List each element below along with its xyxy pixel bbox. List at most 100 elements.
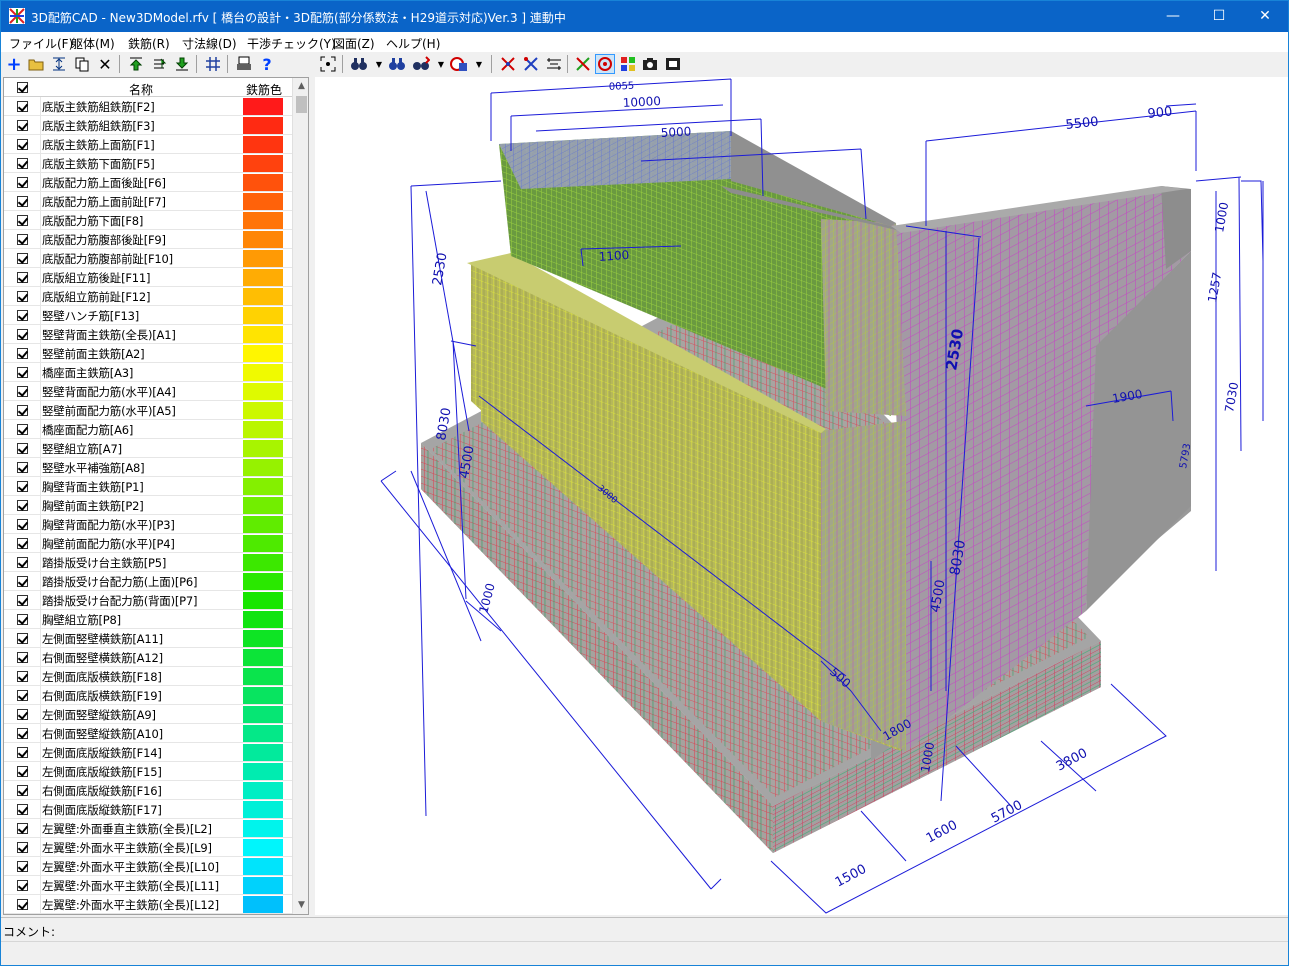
rebar-color-swatch[interactable] — [243, 269, 283, 286]
name-column-header[interactable]: 名称 — [129, 81, 153, 98]
visibility-checkbox[interactable] — [17, 405, 28, 416]
list-item[interactable]: 底版主鉄筋組鉄筋[F3] — [4, 116, 292, 135]
rebar-color-swatch[interactable] — [243, 364, 283, 381]
visibility-checkbox[interactable] — [17, 139, 28, 150]
list-item[interactable]: 底版配力筋上面後趾[F6] — [4, 173, 292, 192]
list-item[interactable]: 竪壁背面配力筋(水平)[A4] — [4, 382, 292, 401]
rebar-color-swatch[interactable] — [243, 744, 283, 761]
menu-dimension[interactable]: 寸法線(D) — [182, 35, 237, 52]
3d-viewport[interactable]: 0055 10000 5000 5500 900 1100 2530 1000 … — [315, 77, 1288, 915]
color-column-header[interactable]: 鉄筋色 — [246, 81, 282, 98]
menu-file[interactable]: ファイル(F) — [9, 35, 73, 52]
visibility-checkbox[interactable] — [17, 234, 28, 245]
list-item[interactable]: 底版配力筋下面[F8] — [4, 211, 292, 230]
list-item[interactable]: 左翼壁:外面水平主鉄筋(全長)[L11] — [4, 876, 292, 895]
list-item[interactable]: 底版配力筋上面前趾[F7] — [4, 192, 292, 211]
list-item[interactable]: 竪壁ハンチ筋[F13] — [4, 306, 292, 325]
visibility-checkbox[interactable] — [17, 595, 28, 606]
visibility-checkbox[interactable] — [17, 424, 28, 435]
visibility-checkbox[interactable] — [17, 519, 28, 530]
list-item[interactable]: 橋座面主鉄筋[A3] — [4, 363, 292, 382]
screenshot-icon[interactable] — [663, 54, 683, 74]
rebar-color-swatch[interactable] — [243, 212, 283, 229]
list-item[interactable]: 右側面底版縦鉄筋[F16] — [4, 781, 292, 800]
visibility-checkbox[interactable] — [17, 329, 28, 340]
visibility-checkbox[interactable] — [17, 158, 28, 169]
list-item[interactable]: 左翼壁:外面垂直主鉄筋(全長)[L2] — [4, 819, 292, 838]
title-bar[interactable]: 3D配筋CAD - New3DModel.rfv [ 橋台の設計・3D配筋(部分… — [1, 1, 1288, 32]
select-all-checkbox[interactable] — [17, 82, 28, 93]
move-bottom-icon[interactable] — [172, 54, 192, 74]
list-item[interactable]: 右側面竪壁縦鉄筋[A10] — [4, 724, 292, 743]
rebar-color-swatch[interactable] — [243, 307, 283, 324]
visibility-checkbox[interactable] — [17, 196, 28, 207]
list-item[interactable]: 左側面竪壁横鉄筋[A11] — [4, 629, 292, 648]
visibility-checkbox[interactable] — [17, 671, 28, 682]
maximize-button[interactable]: ☐ — [1196, 1, 1242, 32]
visibility-checkbox[interactable] — [17, 310, 28, 321]
menu-interference[interactable]: 干渉チェック(Y) — [247, 35, 336, 52]
rebar-color-swatch[interactable] — [243, 896, 283, 913]
visibility-checkbox[interactable] — [17, 348, 28, 359]
visibility-checkbox[interactable] — [17, 880, 28, 891]
rebar-color-swatch[interactable] — [243, 288, 283, 305]
visibility-checkbox[interactable] — [17, 481, 28, 492]
list-item[interactable]: 竪壁前面主鉄筋[A2] — [4, 344, 292, 363]
add-icon[interactable]: + — [4, 54, 24, 75]
list-item[interactable]: 踏掛版受け台配力筋(上面)[P6] — [4, 572, 292, 591]
visibility-checkbox[interactable] — [17, 215, 28, 226]
panel-splitter[interactable] — [310, 77, 314, 915]
rebar-color-swatch[interactable] — [243, 193, 283, 210]
visibility-checkbox[interactable] — [17, 842, 28, 853]
list-item[interactable]: 左側面底版縦鉄筋[F15] — [4, 762, 292, 781]
scroll-thumb[interactable] — [296, 96, 307, 113]
list-item[interactable]: 橋座面配力筋[A6] — [4, 420, 292, 439]
menu-rebar[interactable]: 鉄筋(R) — [128, 35, 170, 52]
visibility-checkbox[interactable] — [17, 538, 28, 549]
rebar-color-swatch[interactable] — [243, 782, 283, 799]
camera-icon[interactable] — [640, 54, 660, 74]
rebar-color-swatch[interactable] — [243, 402, 283, 419]
rebar-color-swatch[interactable] — [243, 858, 283, 875]
rebar-color-swatch[interactable] — [243, 383, 283, 400]
list-item[interactable]: 竪壁前面配力筋(水平)[A5] — [4, 401, 292, 420]
list-item[interactable]: 左側面底版横鉄筋[F18] — [4, 667, 292, 686]
rebar-color-swatch[interactable] — [243, 839, 283, 856]
visibility-checkbox[interactable] — [17, 728, 28, 739]
scroll-up-icon[interactable]: ▲ — [293, 78, 308, 95]
visibility-checkbox[interactable] — [17, 766, 28, 777]
rebar-color-swatch[interactable] — [243, 649, 283, 666]
list-item[interactable]: 右側面底版横鉄筋[F19] — [4, 686, 292, 705]
binoculars-zoom-icon[interactable] — [387, 54, 407, 74]
minimize-button[interactable]: — — [1150, 1, 1196, 32]
rebar-cross-icon[interactable] — [521, 54, 541, 74]
list-item[interactable]: 底版主鉄筋組鉄筋[F2] — [4, 97, 292, 116]
rebar-color-swatch[interactable] — [243, 345, 283, 362]
rebar-color-swatch[interactable] — [243, 630, 283, 647]
delete-icon[interactable]: ✕ — [95, 54, 115, 74]
dropdown-arrow-icon[interactable]: ▼ — [369, 54, 389, 74]
rebar-color-swatch[interactable] — [243, 554, 283, 571]
scroll-down-icon[interactable]: ▼ — [293, 897, 308, 914]
visibility-checkbox[interactable] — [17, 253, 28, 264]
visibility-checkbox[interactable] — [17, 177, 28, 188]
visibility-checkbox[interactable] — [17, 291, 28, 302]
rebar-color-swatch[interactable] — [243, 820, 283, 837]
layer-filter-icon[interactable] — [449, 54, 469, 74]
list-scrollbar[interactable]: ▲ ▼ — [292, 78, 308, 914]
grid-icon[interactable] — [203, 54, 223, 74]
dimension-icon[interactable] — [544, 54, 564, 74]
list-item[interactable]: 左側面竪壁縦鉄筋[A9] — [4, 705, 292, 724]
visibility-checkbox[interactable] — [17, 101, 28, 112]
rebar-color-swatch[interactable] — [243, 611, 283, 628]
distribute-icon[interactable] — [49, 54, 69, 74]
rebar-color-swatch[interactable] — [243, 421, 283, 438]
visibility-checkbox[interactable] — [17, 272, 28, 283]
rebar-color-swatch[interactable] — [243, 763, 283, 780]
rebar-color-swatch[interactable] — [243, 459, 283, 476]
visibility-checkbox[interactable] — [17, 367, 28, 378]
list-item[interactable]: 胸壁組立筋[P8] — [4, 610, 292, 629]
list-item[interactable]: 胸壁前面配力筋(水平)[P4] — [4, 534, 292, 553]
list-item[interactable]: 竪壁組立筋[A7] — [4, 439, 292, 458]
list-item[interactable]: 底版主鉄筋上面筋[F1] — [4, 135, 292, 154]
